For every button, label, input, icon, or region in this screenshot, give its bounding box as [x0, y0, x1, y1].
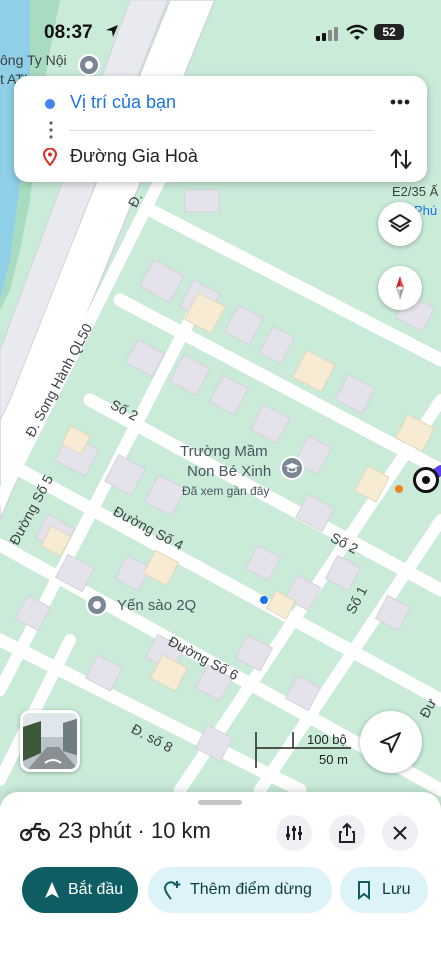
sliders-icon	[286, 826, 302, 840]
add-stop-pin-icon	[163, 881, 181, 900]
location-arrow-icon	[106, 25, 118, 37]
origin-dot-icon	[45, 99, 55, 109]
more-options-icon[interactable]	[384, 88, 416, 116]
share-icon	[339, 822, 355, 843]
close-icon	[393, 826, 407, 840]
drag-handle[interactable]	[198, 800, 242, 805]
close-button[interactable]	[382, 815, 418, 851]
scale-label-imperial: 100 bộ	[307, 732, 347, 747]
destination-pin-icon	[43, 148, 57, 166]
start-navigation-button[interactable]: Bắt đầu	[22, 867, 138, 913]
add-stop-label: Thêm điểm dừng	[190, 881, 312, 898]
origin-field[interactable]: Vị trí của bạn	[70, 92, 176, 113]
destination-field[interactable]: Đường Gia Hoà	[70, 146, 198, 167]
start-label: Bắt đầu	[68, 881, 124, 898]
poi-yensao-name[interactable]: Yến sào 2Q	[117, 597, 196, 614]
signal-icon	[316, 27, 338, 41]
poi-school-name-line2[interactable]: Non Bé Xinh	[187, 463, 271, 480]
save-button[interactable]: Lưu	[340, 867, 428, 913]
navigation-icon	[45, 882, 59, 898]
poi-school-name-line1[interactable]: Trường Mầm	[180, 443, 268, 460]
wifi-icon	[346, 24, 368, 40]
route-options-button[interactable]	[276, 815, 312, 851]
map-label-top-right: E2/35 Ấ	[392, 184, 439, 199]
layers-icon	[388, 213, 412, 233]
swap-route-icon[interactable]	[386, 144, 416, 174]
street-view-thumbnail[interactable]	[20, 710, 80, 772]
add-stop-button[interactable]: Thêm điểm dừng	[148, 867, 332, 913]
compass-button[interactable]	[378, 266, 422, 310]
poi-school-subtitle: Đã xem gần đây	[182, 484, 270, 498]
motorcycle-icon	[20, 822, 50, 842]
save-label: Lưu	[382, 881, 411, 898]
my-location-button[interactable]	[360, 711, 422, 773]
compass-icon	[396, 276, 404, 300]
directions-bottom-sheet: 23 phút · 10 km Bắt đầu Thêm điểm dừng L…	[0, 792, 441, 960]
bookmark-icon	[358, 881, 370, 900]
navigation-arrow-icon	[380, 732, 401, 753]
share-button[interactable]	[329, 815, 365, 851]
route-input-card: Vị trí của bạn Đường Gia Hoà	[14, 76, 427, 182]
yensao-pin-icon[interactable]	[86, 594, 108, 616]
scale-label-metric: 50 m	[319, 752, 348, 767]
route-card-divider	[70, 130, 374, 131]
trip-summary: 23 phút · 10 km	[58, 818, 211, 843]
battery-indicator: 52	[374, 24, 404, 40]
status-time: 08:37	[44, 22, 93, 43]
destination-marker[interactable]	[413, 467, 439, 493]
status-bar: 08:37 52	[0, 0, 441, 64]
school-icon[interactable]	[280, 456, 304, 480]
route-dots-icon	[49, 121, 53, 139]
layers-button[interactable]	[378, 202, 422, 246]
